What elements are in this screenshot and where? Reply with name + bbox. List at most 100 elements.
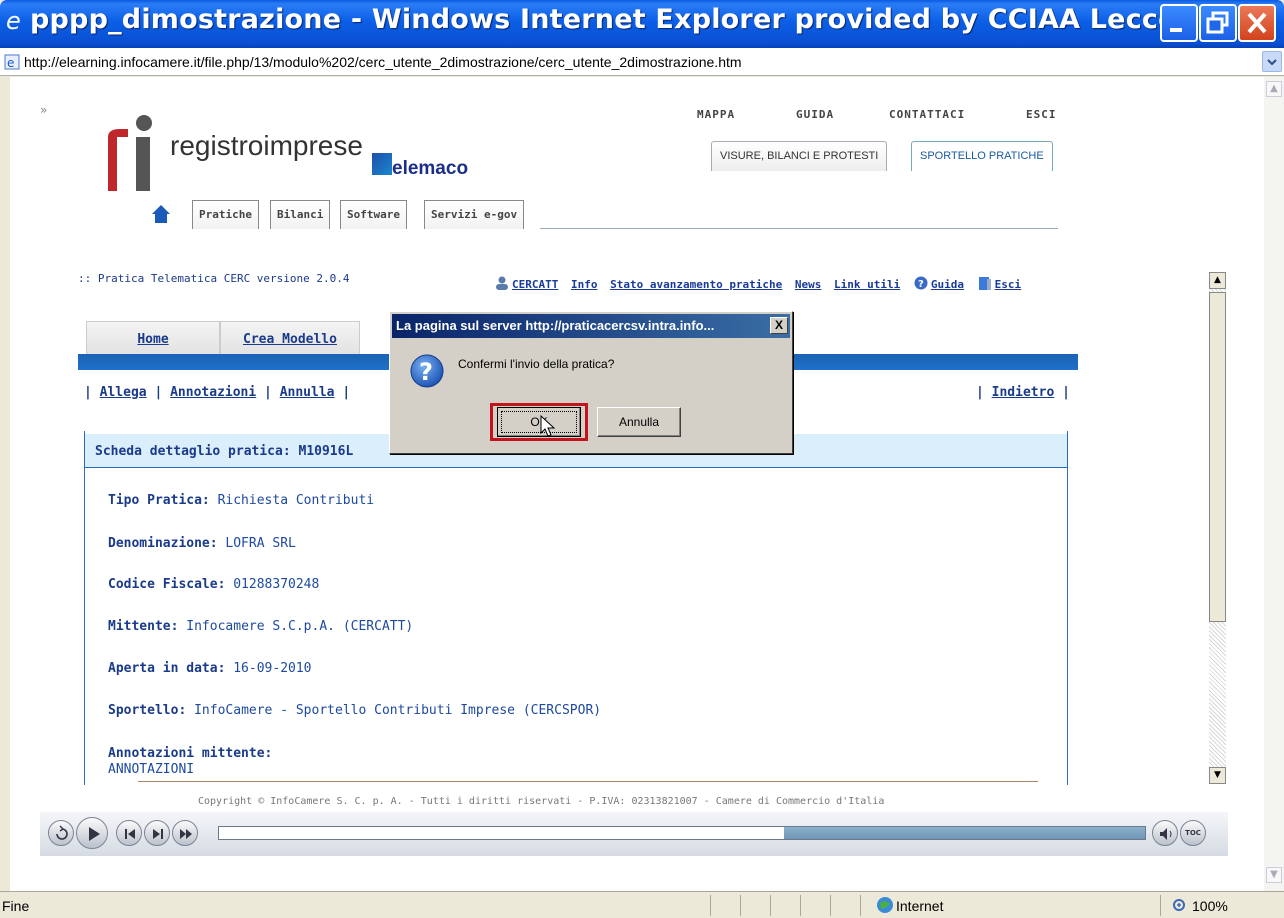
ok-button[interactable]: OK (497, 407, 581, 437)
field-codice-fiscale: Codice Fiscale: 01288370248 (108, 577, 319, 592)
address-dropdown-button[interactable] (1262, 51, 1282, 72)
toc-button[interactable]: TOC (1180, 820, 1206, 846)
annotazioni-rule (138, 781, 1038, 782)
fast-forward-button[interactable] (172, 820, 198, 846)
status-divider (860, 895, 861, 916)
link-info[interactable]: Info (571, 278, 598, 291)
field-label: Mittente: (108, 619, 179, 634)
tab-sportello-pratiche[interactable]: SPORTELLO PRATICHE (911, 141, 1053, 171)
annulla-button[interactable]: Annulla (597, 407, 681, 437)
status-text: Fine (2, 898, 30, 914)
detail-panel: Scheda dettaglio pratica: M10916L (84, 431, 1068, 785)
next-button[interactable] (144, 820, 170, 846)
nav-tab-servizi[interactable]: Servizi e-gov (424, 200, 525, 229)
nav-tab-bilanci[interactable]: Bilanci (270, 200, 331, 229)
replay-button[interactable] (48, 820, 74, 846)
progress-track[interactable] (218, 826, 1146, 840)
zoom-icon (1173, 899, 1185, 911)
link-cercatt[interactable]: CERCATT (512, 278, 558, 291)
confirm-dialog: La pagina sul server http://praticacercs… (389, 311, 793, 454)
status-divider (830, 895, 831, 916)
svg-text:e: e (7, 56, 14, 70)
zoom-level[interactable]: 100% (1192, 898, 1228, 914)
action-links: | Allega | Annotazioni | Annulla | (84, 385, 350, 400)
mouse-cursor-icon (540, 415, 556, 437)
maximize-button[interactable] (1199, 4, 1237, 42)
svg-text:?: ? (918, 279, 924, 290)
globe-icon (877, 897, 893, 913)
dialog-close-button[interactable]: X (770, 317, 788, 334)
status-bar: Fine Internet 100% (0, 891, 1284, 918)
link-guida[interactable]: GUIDA (796, 108, 834, 121)
link-mappa[interactable]: MAPPA (697, 108, 735, 121)
link-esci-tool[interactable]: Esci (995, 278, 1022, 291)
address-url[interactable]: http://elearning.infocamere.it/file.php/… (24, 54, 742, 70)
security-zone: Internet (896, 898, 944, 914)
scroll-down-arrow[interactable]: ▼ (1266, 867, 1282, 883)
field-mittente: Mittente: Infocamere S.C.p.A. (CERCATT) (108, 619, 413, 634)
link-allega[interactable]: Allega (100, 385, 147, 400)
close-window-button[interactable] (1238, 4, 1276, 42)
nav-divider (540, 228, 1058, 229)
tool-links: CERCATT Info Stato avanzamento pratiche … (494, 276, 1027, 291)
inner-scroll-thumb[interactable] (1209, 292, 1226, 622)
status-divider (740, 895, 741, 916)
field-value: Richiesta Contributi (217, 493, 375, 508)
logo-brand: registroimprese (170, 130, 363, 161)
separator: | (1062, 385, 1070, 400)
play-button[interactable] (76, 817, 108, 849)
nav-tab-software[interactable]: Software (340, 200, 407, 229)
telemaco-logo-icon (372, 153, 392, 175)
field-annotazioni-label: Annotazioni mittente: (108, 746, 272, 761)
field-label: Aperta in data: (108, 661, 226, 676)
previous-button[interactable] (116, 820, 142, 846)
field-tipo-pratica: Tipo Pratica: Richiesta Contributi (108, 493, 374, 508)
link-stato[interactable]: Stato avanzamento pratiche (610, 278, 782, 291)
ie-logo-icon: e (6, 7, 21, 35)
link-contattaci[interactable]: CONTATTACI (889, 108, 965, 121)
dialog-title: La pagina sul server http://praticacercs… (396, 318, 715, 333)
help-icon: ? (914, 276, 928, 290)
inner-scrollbar[interactable]: ▲ ▼ (1209, 272, 1226, 784)
inner-scroll-up[interactable]: ▲ (1209, 272, 1226, 289)
link-news[interactable]: News (795, 278, 822, 291)
separator: | (976, 385, 984, 400)
registroimprese-logo-icon (108, 115, 152, 191)
svg-text:?: ? (419, 358, 433, 386)
link-annotazioni[interactable]: Annotazioni (170, 385, 256, 400)
media-player: TOC (40, 812, 1228, 856)
scroll-up-arrow[interactable]: ▲ (1266, 81, 1282, 97)
home-icon[interactable] (150, 203, 172, 225)
link-utili[interactable]: Link utili (834, 278, 900, 291)
address-bar[interactable]: e http://elearning.infocamere.it/file.ph… (0, 48, 1284, 76)
field-annotazioni-value: ANNOTAZIONI (108, 762, 195, 777)
copyright-text: Copyright © InfoCamere S. C. p. A. - Tut… (198, 796, 885, 807)
expand-chevrons[interactable]: » (40, 103, 47, 117)
volume-button[interactable] (1152, 820, 1178, 846)
field-aperta-in-data: Aperta in data: 16-09-2010 (108, 661, 312, 676)
field-sportello: Sportello: InfoCamere - Sportello Contri… (108, 703, 601, 718)
logo-sub: elemaco (392, 158, 469, 179)
link-indietro[interactable]: Indietro (992, 385, 1055, 400)
field-value: 16-09-2010 (233, 661, 312, 676)
exit-door-icon (978, 277, 991, 290)
link-guida-tool[interactable]: Guida (931, 278, 964, 291)
minimize-button[interactable] (1160, 4, 1198, 42)
link-esci[interactable]: ESCI (1026, 108, 1057, 121)
field-label: Tipo Pratica: (108, 493, 210, 508)
tab-visure[interactable]: VISURE, BILANCI E PROTESTI (711, 141, 888, 171)
window-title: pppp_dimostrazione - Windows Internet Ex… (30, 4, 1177, 35)
field-label: Annotazioni mittente: (108, 746, 273, 761)
status-divider (800, 895, 801, 916)
outer-scrollbar[interactable]: ▲ ▼ (1264, 77, 1284, 891)
inner-scroll-down[interactable]: ▼ (1209, 767, 1226, 784)
page-icon: e (4, 54, 20, 70)
link-annulla[interactable]: Annulla (280, 385, 335, 400)
field-value: LOFRA SRL (225, 536, 296, 551)
inner-tab-crea-modello[interactable]: Crea Modello (220, 321, 360, 355)
dialog-message: Confermi l'invio della pratica? (458, 357, 615, 371)
field-value: InfoCamere - Sportello Contributi Impres… (194, 703, 602, 718)
nav-tab-pratiche[interactable]: Pratiche (192, 200, 259, 229)
inner-tab-home[interactable]: Home (86, 321, 220, 355)
field-label: Denominazione: (108, 536, 218, 551)
